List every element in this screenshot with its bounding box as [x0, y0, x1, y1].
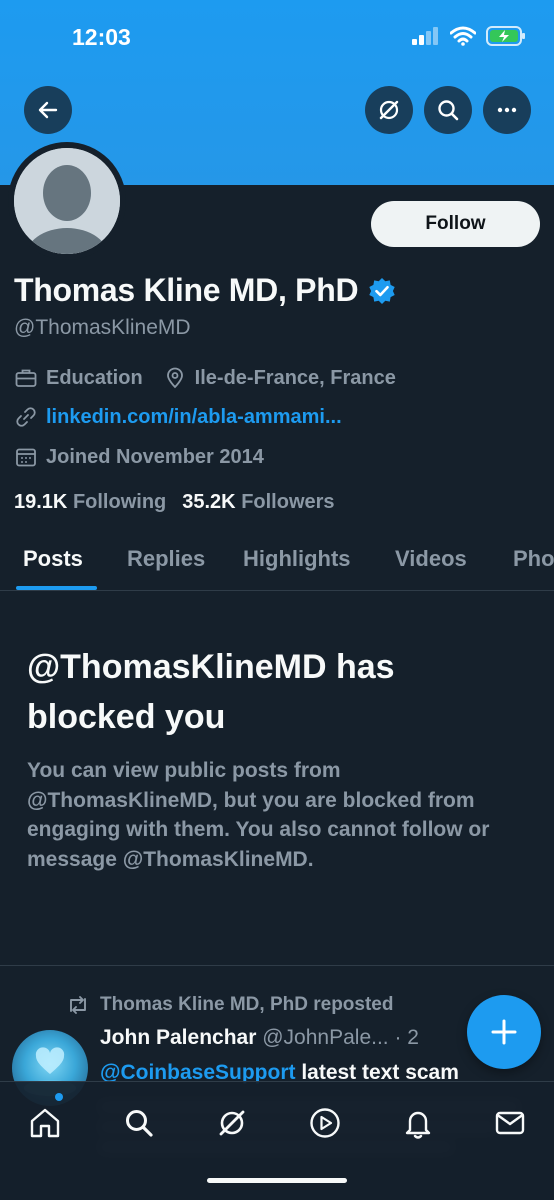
- link-icon: [16, 407, 36, 427]
- messages-icon: [495, 1111, 525, 1135]
- search-icon: [126, 1110, 153, 1137]
- profile-name-row: Thomas Kline MD, PhD: [14, 272, 396, 309]
- nav-notifications[interactable]: [396, 1101, 440, 1145]
- home-indicator[interactable]: [207, 1178, 347, 1183]
- tab-highlights[interactable]: Highlights: [243, 546, 351, 572]
- status-bar: 12:03: [0, 0, 554, 70]
- tabs-divider: [0, 590, 554, 591]
- section-divider: [0, 965, 554, 966]
- home-unread-dot: [55, 1093, 63, 1101]
- nav-search[interactable]: [117, 1101, 161, 1145]
- profile-name: Thomas Kline MD, PhD: [14, 272, 359, 308]
- followers-stat[interactable]: 35.2K Followers: [182, 491, 334, 514]
- home-icon: [30, 1108, 60, 1138]
- following-label: Following: [72, 491, 167, 513]
- profile-handle: @ThomasKlineMD: [14, 316, 191, 339]
- profile-joined: Joined November 2014: [46, 445, 264, 468]
- post-author-handle: @JohnPale... · 2: [262, 1026, 419, 1049]
- grok-icon: [219, 1110, 245, 1136]
- back-button[interactable]: [24, 86, 72, 134]
- following-stat[interactable]: 19.1K Following: [14, 491, 166, 514]
- tab-videos[interactable]: Videos: [395, 546, 467, 572]
- profile-meta-row: Education Ile-de-France, France: [14, 366, 396, 390]
- briefcase-icon: [15, 369, 37, 387]
- tab-replies[interactable]: Replies: [127, 546, 205, 572]
- post-header: John Palenchar @JohnPale... · 2: [100, 1026, 419, 1050]
- follow-button[interactable]: Follow: [371, 201, 540, 247]
- blocked-description: You can view public posts from @ThomasKl…: [27, 759, 490, 871]
- profile-website-link[interactable]: linkedin.com/in/abla-ammami...: [46, 406, 342, 429]
- verified-badge-icon[interactable]: [368, 277, 396, 305]
- profile-link-row: linkedin.com/in/abla-ammami...: [14, 405, 342, 429]
- followers-count: 35.2K: [182, 491, 236, 513]
- profile-category: Education: [46, 366, 143, 389]
- grok-slash-icon: [379, 100, 399, 120]
- tab-posts[interactable]: Posts: [23, 546, 83, 572]
- more-button[interactable]: [483, 86, 531, 134]
- signal-icon: [412, 27, 438, 45]
- arrow-left-icon: [38, 101, 58, 119]
- repost-indicator: Thomas Kline MD, PhD reposted: [66, 994, 393, 1016]
- default-avatar-icon: [14, 148, 120, 254]
- follow-stats: 19.1K Following 35.2K Followers: [14, 491, 335, 514]
- compose-post-button[interactable]: [467, 995, 541, 1069]
- wifi-icon: [450, 26, 476, 46]
- search-icon: [438, 100, 459, 121]
- calendar-icon: [16, 448, 36, 467]
- notifications-icon: [405, 1111, 431, 1139]
- status-icons: [412, 26, 526, 46]
- play-icon: [310, 1108, 340, 1138]
- profile-tabs: Posts Replies Highlights Videos Pho: [0, 540, 554, 592]
- nav-grok[interactable]: [210, 1101, 254, 1145]
- blocked-title: @ThomasKlineMD has blocked you: [27, 648, 395, 736]
- location-pin-icon: [166, 367, 183, 389]
- profile-joined-row: Joined November 2014: [14, 445, 264, 469]
- grok-button[interactable]: [365, 86, 413, 134]
- repost-icon: [70, 996, 86, 1014]
- avatar[interactable]: [14, 148, 120, 254]
- nav-messages[interactable]: [488, 1101, 532, 1145]
- profile-location: Ile-de-France, France: [194, 366, 396, 389]
- post-author-name[interactable]: John Palenchar: [100, 1026, 256, 1049]
- nav-home[interactable]: [23, 1101, 67, 1145]
- followers-label: Followers: [241, 491, 335, 513]
- search-button[interactable]: [424, 86, 472, 134]
- plus-icon: [491, 1019, 517, 1045]
- nav-videos[interactable]: [303, 1101, 347, 1145]
- repost-label: Thomas Kline MD, PhD reposted: [100, 994, 394, 1015]
- battery-icon: [486, 26, 525, 46]
- tab-photos[interactable]: Pho: [513, 546, 554, 572]
- following-count: 19.1K: [14, 491, 68, 513]
- status-time: 12:03: [72, 24, 131, 50]
- more-horizontal-icon: [497, 107, 517, 113]
- profile-avatar-frame: [8, 142, 126, 260]
